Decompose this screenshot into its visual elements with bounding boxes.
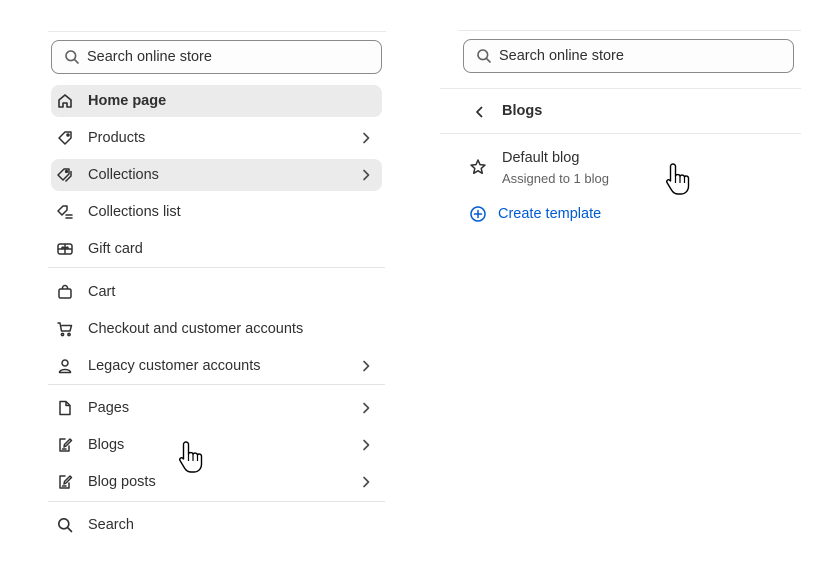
right-search-input[interactable] <box>499 48 759 64</box>
panel-top-edge <box>48 31 386 32</box>
blogs-submenu-panel <box>440 0 824 576</box>
menu-label: Blog posts <box>88 474 156 490</box>
blog-name: Default blog <box>502 150 580 166</box>
menu-item-legacy-customer-accounts[interactable]: Legacy customer accounts <box>51 350 382 382</box>
search-icon <box>56 516 74 534</box>
create-template-link[interactable]: Create template <box>468 202 668 226</box>
menu-label: Home page <box>88 93 167 109</box>
screenshot-root: Home page Products Collections <box>0 0 824 576</box>
menu-divider <box>48 267 385 268</box>
cart-icon <box>56 320 74 338</box>
blogs-title: Blogs <box>502 103 543 119</box>
menu-label: Checkout and customer accounts <box>88 321 304 337</box>
plus-circle-icon <box>469 205 487 223</box>
person-icon <box>56 357 74 375</box>
default-blog-row[interactable]: Default blog Assigned to 1 blog <box>462 146 792 190</box>
menu-item-blogs[interactable]: Blogs <box>51 429 382 461</box>
blogs-header: Blogs <box>470 96 790 128</box>
tag-icon <box>56 129 74 147</box>
chevron-left-icon[interactable] <box>470 102 490 122</box>
menu-item-collections-list[interactable]: Collections list <box>51 196 382 228</box>
bag-icon <box>56 283 74 301</box>
blog-post-icon <box>56 473 74 491</box>
menu-label: Search <box>88 517 134 533</box>
menu-label: Cart <box>88 284 116 300</box>
menu-label: Collections <box>88 167 159 183</box>
search-icon <box>477 49 491 63</box>
panel-top-edge <box>458 30 801 31</box>
menu-label: Products <box>88 130 146 146</box>
blog-subtitle: Assigned to 1 blog <box>502 171 609 186</box>
chevron-right-icon <box>359 168 373 182</box>
menu-divider <box>48 384 385 385</box>
left-search-field[interactable] <box>51 40 382 74</box>
menu-item-search[interactable]: Search <box>51 509 382 541</box>
menu-item-gift-card[interactable]: Gift card <box>51 233 382 265</box>
create-template-label: Create template <box>498 206 602 222</box>
menu-label: Gift card <box>88 241 143 257</box>
right-search-field[interactable] <box>463 39 794 73</box>
home-icon <box>56 92 74 110</box>
left-search-input[interactable] <box>87 49 347 65</box>
gift-card-icon <box>56 240 74 258</box>
header-divider-top <box>440 88 801 89</box>
left-menu-panel: Home page Products Collections <box>0 0 400 576</box>
menu-item-blog-posts[interactable]: Blog posts <box>51 466 382 498</box>
menu-label: Pages <box>88 400 130 416</box>
menu-label: Collections list <box>88 204 181 220</box>
menu-label: Blogs <box>88 437 125 453</box>
menu-item-home-page[interactable]: Home page <box>51 85 382 117</box>
chevron-right-icon <box>359 359 373 373</box>
chevron-right-icon <box>359 475 373 489</box>
search-icon <box>65 50 79 64</box>
chevron-right-icon <box>359 131 373 145</box>
menu-item-products[interactable]: Products <box>51 122 382 154</box>
menu-item-collections[interactable]: Collections <box>51 159 382 191</box>
star-icon <box>469 158 487 176</box>
header-divider-bottom <box>440 133 801 134</box>
chevron-right-icon <box>359 438 373 452</box>
menu-item-cart[interactable]: Cart <box>51 276 382 308</box>
page-icon <box>56 399 74 417</box>
menu-item-checkout[interactable]: Checkout and customer accounts <box>51 313 382 345</box>
menu-divider <box>48 501 385 502</box>
menu-label: Legacy customer accounts <box>88 358 261 374</box>
tags-icon <box>56 166 74 184</box>
tags-list-icon <box>56 203 74 221</box>
chevron-right-icon <box>359 401 373 415</box>
menu-item-pages[interactable]: Pages <box>51 392 382 424</box>
blog-icon <box>56 436 74 454</box>
